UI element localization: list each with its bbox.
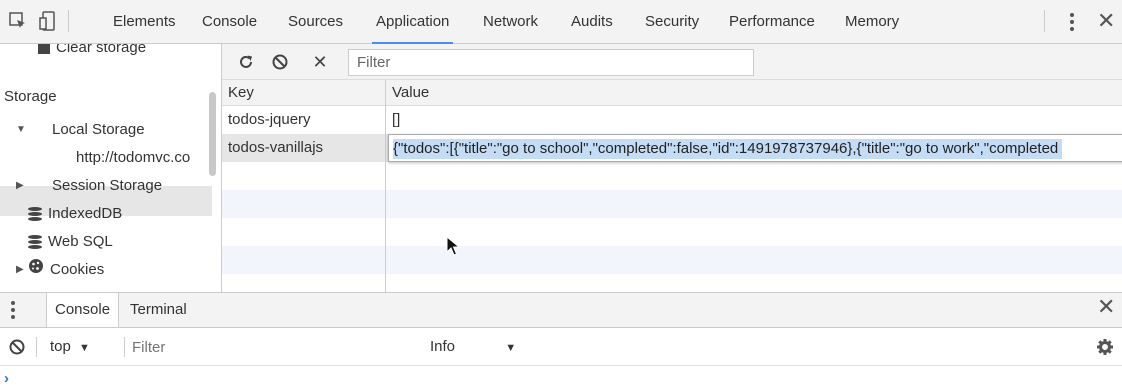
grid-icon (28, 179, 46, 193)
sidebar-item-label: Web SQL (48, 233, 113, 250)
table-header: Key Value (222, 80, 1122, 106)
drawer-tabbar: Console Terminal ✕ (0, 292, 1122, 328)
table-row-selected[interactable]: todos-vanillajs {"todos":[{"title":"go t… (222, 134, 1122, 162)
sidebar-item-label: Session Storage (52, 177, 163, 194)
tab-console[interactable]: Console (202, 0, 257, 44)
sidebar-item-indexeddb[interactable]: IndexedDB (28, 200, 122, 228)
column-header-key[interactable]: Key (228, 80, 254, 106)
refresh-icon[interactable] (234, 49, 258, 75)
tab-network[interactable]: Network (483, 0, 538, 44)
clear-storage-icon (38, 44, 50, 54)
application-sidebar: Clear storage Storage ▼ Local Storage ht… (0, 44, 222, 292)
sidebar-item-local-storage[interactable]: ▼ Local Storage (16, 116, 145, 144)
sidebar-item-label: http://todomvc.co (76, 149, 191, 166)
grid-icon (28, 123, 46, 137)
tab-audits[interactable]: Audits (571, 0, 613, 44)
storage-toolbar: ✕ (222, 44, 1122, 80)
context-label: top (50, 338, 71, 355)
tab-performance[interactable]: Performance (729, 0, 815, 44)
column-header-value[interactable]: Value (392, 80, 429, 106)
delete-selected-icon[interactable]: ✕ (308, 49, 332, 75)
database-icon (28, 206, 42, 222)
grid-icon (52, 151, 70, 165)
expand-arrow-icon[interactable]: ▶ (16, 256, 28, 284)
sidebar-item-session-storage[interactable]: ▶ Session Storage (16, 172, 162, 200)
column-divider[interactable] (385, 80, 386, 292)
clear-all-icon[interactable] (268, 49, 292, 75)
context-selector[interactable]: top ▼ (50, 328, 90, 366)
toolbar-separator (1044, 10, 1045, 32)
sidebar-item-cookies[interactable]: ▶ Cookies (16, 256, 104, 284)
tab-sources[interactable]: Sources (288, 0, 343, 44)
database-icon (28, 234, 42, 250)
close-icon[interactable]: ✕ (1097, 6, 1115, 36)
settings-gear-icon[interactable] (1096, 328, 1114, 366)
inspect-element-icon[interactable] (6, 8, 30, 34)
value-editor[interactable]: {"todos":[{"title":"go to school","compl… (388, 134, 1122, 162)
console-prompt-icon[interactable]: › (4, 370, 9, 387)
sidebar-item-clear-storage[interactable]: Clear storage (38, 44, 146, 62)
toolbar-separator (124, 337, 125, 357)
row-value-selected-text: {"todos":[{"title":"go to school","compl… (393, 139, 1063, 159)
toolbar-separator (68, 10, 69, 32)
tab-security[interactable]: Security (645, 0, 699, 44)
log-level-selector[interactable]: Info ▼ (430, 328, 516, 366)
console-toolbar: top ▼ Info ▼ (0, 328, 1122, 366)
log-level-label: Info (430, 338, 456, 355)
expand-arrow-icon[interactable]: ▶ (16, 172, 28, 200)
sidebar-item-label: Cookies (50, 261, 105, 278)
sidebar-section-title: Storage (4, 88, 57, 105)
tab-application[interactable]: Application (371, 0, 454, 44)
tab-elements[interactable]: Elements (113, 0, 176, 44)
cookie-icon (28, 256, 44, 284)
sidebar-item-web-sql[interactable]: Web SQL (28, 228, 113, 256)
sidebar-item-label: IndexedDB (48, 205, 123, 222)
sidebar-item-todomvc-origin[interactable]: http://todomvc.co (52, 144, 190, 172)
devtools-toolbar: Elements Console Sources Application Net… (0, 0, 1122, 44)
drawer-tab-console[interactable]: Console (46, 293, 120, 327)
toolbar-separator (36, 337, 37, 357)
storage-filter-input[interactable] (348, 49, 754, 76)
mouse-cursor-icon (446, 236, 460, 256)
kebab-menu-icon[interactable] (1063, 8, 1081, 36)
empty-row (222, 246, 1122, 274)
device-toolbar-icon[interactable] (36, 8, 60, 34)
row-value: [] (392, 111, 401, 128)
sidebar-item-label: Local Storage (52, 121, 145, 138)
empty-row (222, 190, 1122, 218)
drawer-tab-terminal[interactable]: Terminal (130, 293, 187, 327)
tab-memory[interactable]: Memory (845, 0, 899, 44)
console-filter-input[interactable] (132, 336, 402, 358)
table-row[interactable]: todos-jquery [] (222, 106, 1122, 134)
close-drawer-icon[interactable]: ✕ (1097, 292, 1115, 322)
storage-table-panel: ✕ Key Value todos-jquery [] todos-vanill… (222, 44, 1122, 292)
clear-console-icon[interactable] (8, 328, 26, 366)
row-key: todos-jquery (228, 111, 311, 128)
expand-arrow-icon[interactable]: ▼ (16, 116, 28, 144)
sidebar-scrollbar[interactable] (209, 92, 216, 176)
sidebar-item-label: Clear storage (56, 44, 147, 56)
dropdown-arrow-icon: ▼ (505, 342, 517, 354)
drawer-menu-icon[interactable] (4, 296, 22, 324)
row-key: todos-vanillajs (228, 139, 324, 156)
dropdown-arrow-icon: ▼ (79, 342, 90, 354)
